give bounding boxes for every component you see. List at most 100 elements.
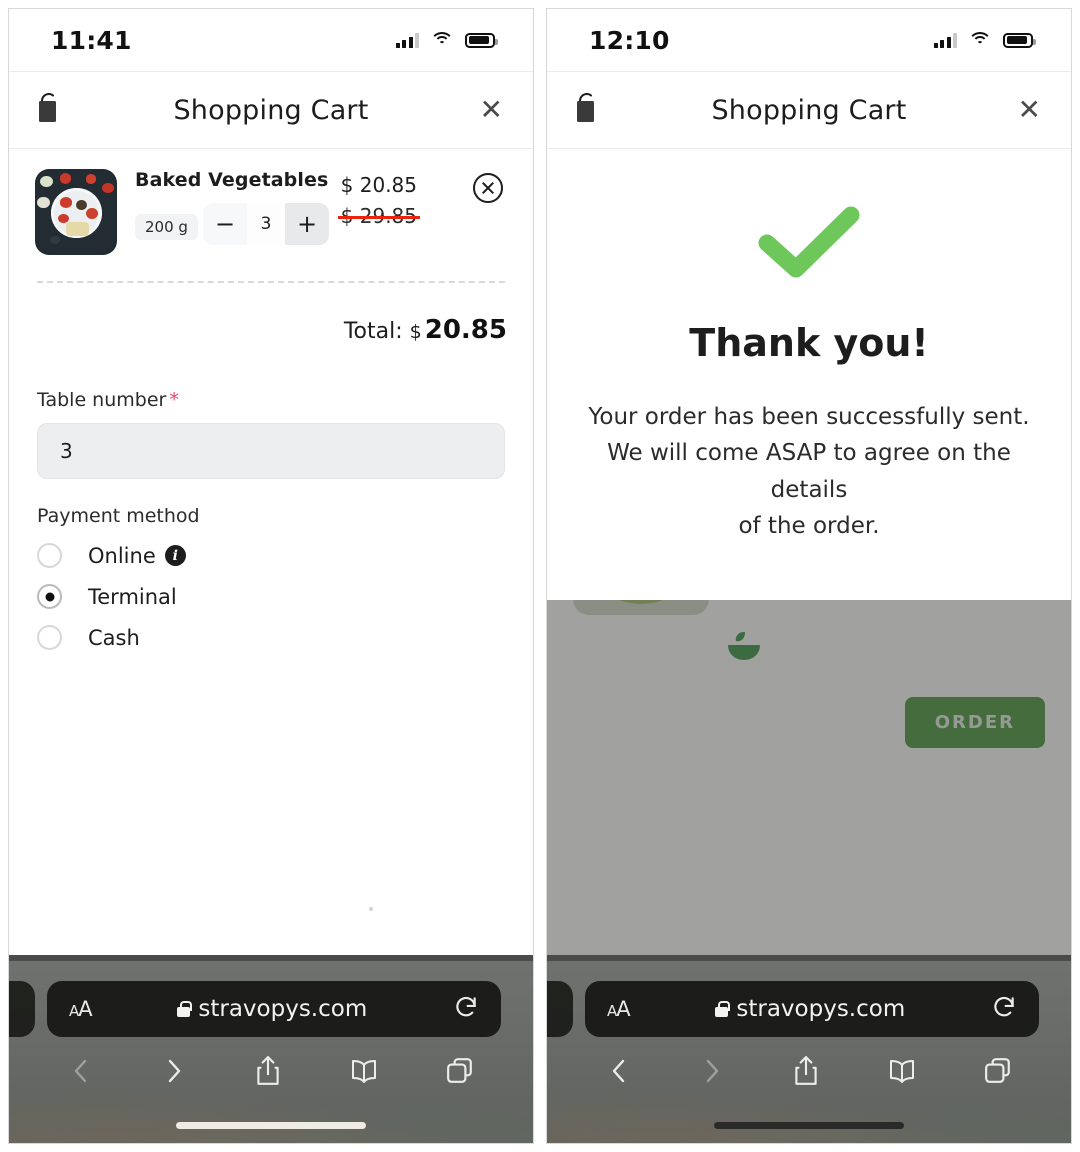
previous-tab-peek[interactable] bbox=[9, 981, 35, 1037]
text-size-button[interactable]: AA bbox=[607, 997, 631, 1021]
back-icon[interactable] bbox=[68, 1056, 94, 1090]
status-icons bbox=[395, 31, 498, 49]
radio-terminal[interactable] bbox=[37, 584, 62, 609]
safari-chrome: AA stravopys.com bbox=[547, 955, 1071, 1143]
cart-total: Total: $20.85 bbox=[9, 283, 533, 345]
aa-small: A bbox=[607, 1002, 617, 1020]
home-indicator bbox=[176, 1122, 366, 1129]
cellular-bars-icon bbox=[395, 32, 419, 48]
url-text: stravopys.com bbox=[736, 996, 906, 1022]
address-bar[interactable]: AA stravopys.com bbox=[47, 981, 501, 1037]
lock-icon bbox=[177, 1001, 192, 1017]
home-indicator bbox=[714, 1122, 904, 1129]
thank-you-line-3: of the order. bbox=[738, 512, 880, 539]
decorative-speck bbox=[369, 907, 373, 911]
share-icon[interactable] bbox=[792, 1055, 820, 1091]
payment-option-cash[interactable]: Cash bbox=[37, 625, 505, 650]
thank-you-text: Your order has been successfully sent. W… bbox=[577, 399, 1041, 544]
reload-icon[interactable] bbox=[453, 994, 479, 1024]
url-text-wrap: stravopys.com bbox=[630, 996, 991, 1022]
aa-large: A bbox=[616, 997, 630, 1021]
share-icon[interactable] bbox=[254, 1055, 282, 1091]
item-price-current: $ 20.85 bbox=[340, 173, 417, 197]
remove-item-button[interactable] bbox=[473, 173, 503, 203]
total-currency: $ bbox=[409, 321, 422, 343]
total-label: Total: bbox=[343, 319, 403, 344]
cellular-bars-icon bbox=[933, 32, 957, 48]
item-thumbnail bbox=[35, 169, 117, 255]
required-asterisk: * bbox=[169, 389, 179, 411]
status-bar: 11:41 bbox=[9, 9, 533, 71]
item-name: Baked Vegetables bbox=[135, 169, 329, 191]
cart-header: Shopping Cart ✕ bbox=[9, 71, 533, 149]
table-number-label: Table number * bbox=[37, 389, 505, 411]
item-price-old: $ 29.85 bbox=[337, 204, 421, 228]
battery-icon bbox=[1003, 32, 1036, 48]
page-title: Shopping Cart bbox=[711, 94, 907, 126]
payment-option-cash-label: Cash bbox=[88, 625, 140, 650]
battery-icon bbox=[465, 32, 498, 48]
wifi-icon bbox=[968, 31, 992, 49]
item-price-block: $ 20.85 $ 29.85 bbox=[337, 173, 421, 228]
shopping-bag-icon[interactable] bbox=[35, 91, 63, 129]
browser-toolbar bbox=[547, 1055, 1071, 1091]
increase-quantity-button[interactable]: + bbox=[285, 203, 330, 245]
shopping-bag-icon[interactable] bbox=[573, 91, 601, 129]
cart-item-row: Baked Vegetables 200 g − 3 + $ 20.85 $ 2… bbox=[9, 149, 533, 255]
status-time: 12:10 bbox=[589, 25, 670, 55]
book-icon[interactable] bbox=[887, 1057, 917, 1089]
right-phone-screen: 12:10 Shopping Cart ✕ Thank you! Your or… bbox=[546, 8, 1072, 1144]
table-number-input[interactable]: 3 bbox=[37, 423, 505, 479]
radio-cash[interactable] bbox=[37, 625, 62, 650]
chrome-top-edge bbox=[9, 955, 533, 961]
payment-option-online-label: Online bbox=[88, 543, 156, 568]
aa-large: A bbox=[78, 997, 92, 1021]
radio-online[interactable] bbox=[37, 543, 62, 568]
status-icons bbox=[933, 31, 1036, 49]
payment-option-terminal[interactable]: Terminal bbox=[37, 584, 505, 609]
tabs-icon[interactable] bbox=[984, 1057, 1012, 1089]
green-check-icon bbox=[755, 205, 863, 279]
close-icon[interactable]: ✕ bbox=[480, 96, 503, 124]
aa-small: A bbox=[69, 1002, 79, 1020]
payment-option-online[interactable]: Online i bbox=[37, 543, 505, 568]
screenshot-stage: 11:41 Shopping Cart ✕ Baked Vegetables 2… bbox=[0, 0, 1080, 1152]
quantity-stepper[interactable]: − 3 + bbox=[203, 203, 330, 245]
close-icon[interactable]: ✕ bbox=[1018, 96, 1041, 124]
payment-method-title: Payment method bbox=[37, 505, 200, 527]
browser-toolbar bbox=[9, 1055, 533, 1091]
decrease-quantity-button[interactable]: − bbox=[203, 203, 248, 245]
item-weight-chip: 200 g bbox=[135, 214, 198, 240]
table-number-label-text: Table number bbox=[37, 389, 167, 411]
payment-option-terminal-label: Terminal bbox=[88, 584, 177, 609]
page-title: Shopping Cart bbox=[173, 94, 369, 126]
url-text-wrap: stravopys.com bbox=[92, 996, 453, 1022]
address-bar[interactable]: AA stravopys.com bbox=[585, 981, 1039, 1037]
chrome-top-edge bbox=[547, 955, 1071, 961]
tabs-icon[interactable] bbox=[446, 1057, 474, 1089]
back-icon[interactable] bbox=[606, 1056, 632, 1090]
cart-header: Shopping Cart ✕ bbox=[547, 71, 1071, 149]
status-time: 11:41 bbox=[51, 25, 132, 55]
forward-icon[interactable] bbox=[699, 1056, 725, 1090]
previous-tab-peek[interactable] bbox=[547, 981, 573, 1037]
status-bar: 12:10 bbox=[547, 9, 1071, 71]
item-details: Baked Vegetables 200 g − 3 + bbox=[135, 169, 507, 255]
lock-icon bbox=[715, 1001, 730, 1017]
payment-method-block: Payment method Online i Terminal Cash bbox=[9, 479, 533, 650]
forward-icon[interactable] bbox=[161, 1056, 187, 1090]
table-number-field-block: Table number * 3 bbox=[9, 345, 533, 479]
thank-you-modal: Thank you! Your order has been successfu… bbox=[547, 149, 1071, 601]
book-icon[interactable] bbox=[349, 1057, 379, 1089]
thank-you-line-1: Your order has been successfully sent. bbox=[588, 404, 1030, 430]
url-text: stravopys.com bbox=[198, 996, 368, 1022]
thank-you-title: Thank you! bbox=[689, 321, 929, 365]
safari-chrome: AA stravopys.com bbox=[9, 955, 533, 1143]
text-size-button[interactable]: AA bbox=[69, 997, 93, 1021]
left-phone-screen: 11:41 Shopping Cart ✕ Baked Vegetables 2… bbox=[8, 8, 534, 1144]
quantity-value: 3 bbox=[247, 203, 286, 245]
reload-icon[interactable] bbox=[991, 994, 1017, 1024]
info-icon[interactable]: i bbox=[164, 545, 186, 566]
wifi-icon bbox=[430, 31, 454, 49]
total-value: 20.85 bbox=[424, 315, 507, 345]
